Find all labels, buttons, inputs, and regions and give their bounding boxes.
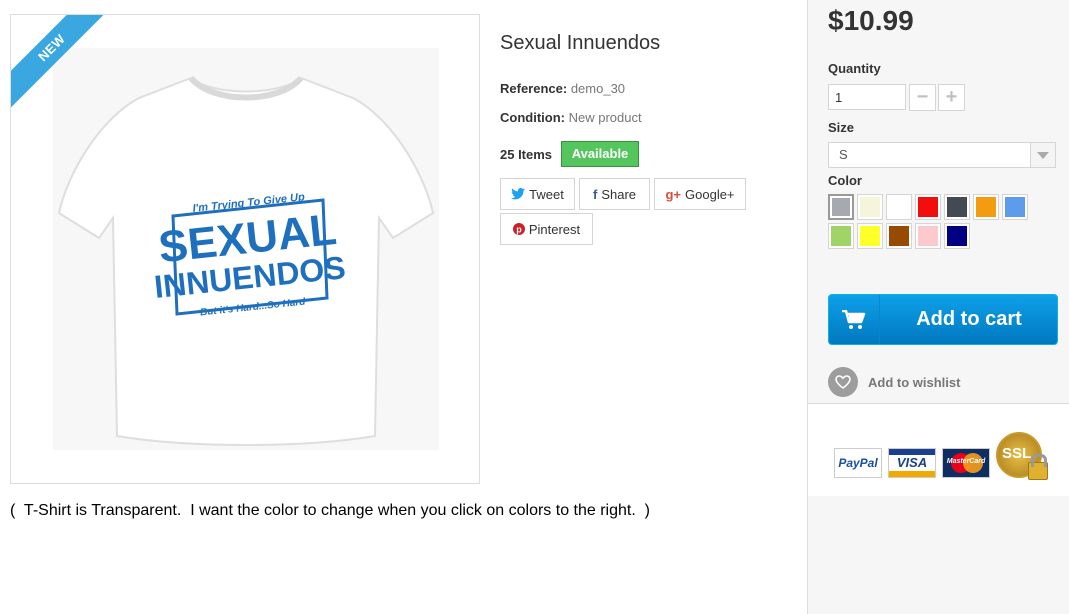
color-swatch[interactable]	[944, 223, 970, 249]
reference-label: Reference:	[500, 81, 568, 96]
add-to-wishlist-button[interactable]: Add to wishlist	[828, 367, 960, 397]
mastercard-logo: MasterCard	[942, 448, 990, 478]
annotation-note: ( T-Shirt is Transparent. I want the col…	[10, 502, 651, 519]
buy-panel: $10.99 Quantity − + Size S Color Add to …	[807, 0, 1069, 614]
condition-value: New product	[568, 110, 642, 125]
tweet-label: Tweet	[529, 186, 564, 202]
reference-value: demo_30	[570, 81, 626, 96]
color-swatch[interactable]	[915, 223, 941, 249]
size-select[interactable]: S	[828, 142, 1056, 168]
color-swatch[interactable]	[857, 223, 883, 249]
product-image[interactable]: I'm Trying To Give Up SEXUAL INNUENDOS B…	[53, 48, 439, 450]
visa-logo: VISA	[888, 448, 936, 478]
color-swatch[interactable]	[915, 194, 941, 220]
size-label: Size	[828, 120, 855, 135]
new-badge-label: NEW	[11, 15, 109, 111]
payment-methods: PayPal VISA MasterCard SSL	[808, 403, 1069, 496]
tweet-button[interactable]: Tweet	[500, 178, 575, 210]
chevron-down-icon[interactable]	[1030, 143, 1055, 167]
wishlist-label: Add to wishlist	[868, 374, 961, 390]
google-plus-button[interactable]: g+ Google+	[654, 178, 746, 210]
tshirt-image: I'm Trying To Give Up SEXUAL INNUENDOS B…	[57, 75, 435, 446]
color-swatch[interactable]	[886, 223, 912, 249]
quantity-plus-button[interactable]: +	[938, 84, 965, 111]
add-to-cart-label: Add to cart	[916, 308, 1022, 330]
color-swatch[interactable]	[1002, 194, 1028, 220]
color-swatch[interactable]	[828, 194, 854, 220]
add-to-cart-button[interactable]: Add to cart	[828, 294, 1058, 345]
quantity-minus-button[interactable]: −	[909, 84, 936, 111]
color-swatch[interactable]	[857, 194, 883, 220]
paypal-logo: PayPal	[834, 448, 882, 478]
new-badge: NEW	[11, 15, 109, 113]
color-label: Color	[828, 173, 862, 188]
condition-label: Condition:	[500, 110, 565, 125]
twitter-icon	[511, 188, 526, 200]
svg-text:p: p	[516, 225, 522, 235]
reference-line: Reference: demo_30	[500, 81, 625, 96]
facebook-share-button[interactable]: f Share	[579, 178, 650, 210]
quantity-input[interactable]	[828, 84, 906, 110]
pinterest-icon: p	[512, 223, 525, 235]
availability-badge: Available	[561, 141, 639, 167]
condition-line: Condition: New product	[500, 110, 642, 125]
google-plus-label: Google+	[685, 186, 735, 202]
heart-icon	[828, 367, 858, 397]
facebook-icon: f	[592, 186, 598, 202]
color-swatch[interactable]	[886, 194, 912, 220]
cart-icon	[829, 295, 880, 344]
color-swatch[interactable]	[828, 223, 854, 249]
color-swatch[interactable]	[973, 194, 999, 220]
google-plus-icon: g+	[665, 186, 682, 202]
color-swatch[interactable]	[944, 194, 970, 220]
quantity-label: Quantity	[828, 61, 881, 76]
stock-count: 25 Items	[500, 147, 553, 162]
share-label: Share	[601, 186, 637, 202]
ssl-badge: SSL	[996, 432, 1050, 488]
size-value: S	[839, 147, 848, 162]
price: $10.99	[828, 5, 914, 36]
pinterest-label: Pinterest	[528, 221, 581, 237]
product-image-frame[interactable]: I'm Trying To Give Up SEXUAL INNUENDOS B…	[10, 14, 480, 484]
pinterest-button[interactable]: p Pinterest	[500, 213, 593, 245]
product-title: Sexual Innuendos	[500, 32, 661, 54]
